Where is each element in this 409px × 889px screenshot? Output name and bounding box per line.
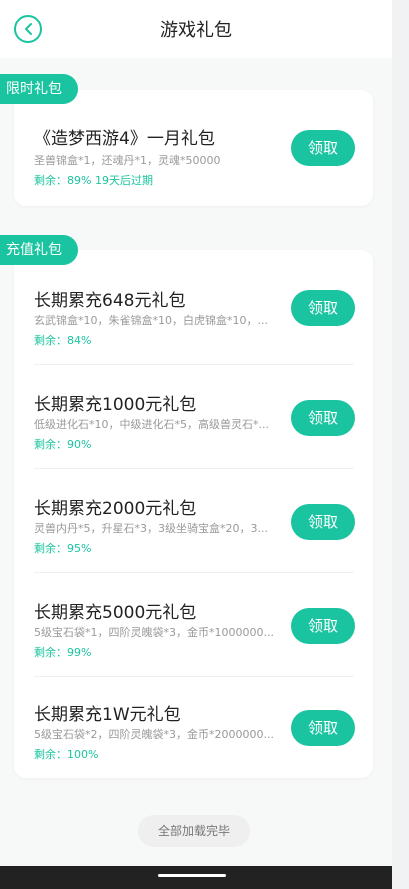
gift-remaining: 剩余：89% 19天后过期: [34, 174, 153, 187]
claim-button[interactable]: 领取: [291, 130, 355, 166]
claim-button[interactable]: 领取: [291, 290, 355, 326]
gift-contents: 圣兽锦盒*1，还魂丹*1，灵魂*50000: [34, 154, 221, 167]
gift-title: 长期累充5000元礼包: [34, 603, 197, 623]
gift-contents: 5级宝石袋*1，四阶灵魄袋*3，金币*1000000...: [34, 626, 274, 639]
home-indicator[interactable]: [158, 874, 226, 877]
page-title: 游戏礼包: [160, 20, 232, 41]
limited-gift-card: 《造梦西游4》一月礼包 圣兽锦盒*1，还魂丹*1，灵魂*50000 剩余：89%…: [14, 90, 373, 206]
divider: [34, 364, 354, 365]
right-gutter: [392, 0, 409, 889]
gift-title: 长期累充648元礼包: [34, 291, 186, 311]
claim-button[interactable]: 领取: [291, 504, 355, 540]
gift-remaining: 剩余：100%: [34, 748, 99, 761]
section-tag-limited: 限时礼包: [0, 74, 78, 104]
recharge-gift-card: 长期累充648元礼包 玄武锦盒*10，朱雀锦盒*10，白虎锦盒*10，... 剩…: [14, 250, 373, 778]
gift-title: 长期累充1W元礼包: [34, 705, 181, 725]
section-tag-recharge: 充值礼包: [0, 235, 78, 265]
gift-contents: 低级进化石*10，中级进化石*5，高级兽灵石*...: [34, 418, 269, 431]
claim-button[interactable]: 领取: [291, 608, 355, 644]
system-nav-bar: [0, 866, 392, 889]
gift-title: 长期累充1000元礼包: [34, 395, 197, 415]
gift-contents: 5级宝石袋*2，四阶灵魄袋*3，金币*2000000...: [34, 728, 274, 741]
gift-title: 长期累充2000元礼包: [34, 499, 197, 519]
gift-remaining: 剩余：99%: [34, 646, 92, 659]
top-bar: 游戏礼包: [0, 0, 392, 58]
screen: 游戏礼包 限时礼包 《造梦西游4》一月礼包 圣兽锦盒*1，还魂丹*1，灵魂*50…: [0, 0, 392, 889]
divider: [34, 468, 354, 469]
gift-title: 《造梦西游4》一月礼包: [34, 129, 215, 149]
divider: [34, 676, 354, 677]
divider: [34, 572, 354, 573]
claim-button[interactable]: 领取: [291, 710, 355, 746]
gift-remaining: 剩余：84%: [34, 334, 92, 347]
claim-button[interactable]: 领取: [291, 400, 355, 436]
load-complete-status: 全部加载完毕: [138, 815, 250, 847]
gift-contents: 灵兽内丹*5，升星石*3，3级坐骑宝盒*20，3...: [34, 522, 268, 535]
gift-contents: 玄武锦盒*10，朱雀锦盒*10，白虎锦盒*10，...: [34, 314, 268, 327]
gift-remaining: 剩余：90%: [34, 438, 92, 451]
gift-remaining: 剩余：95%: [34, 542, 92, 555]
